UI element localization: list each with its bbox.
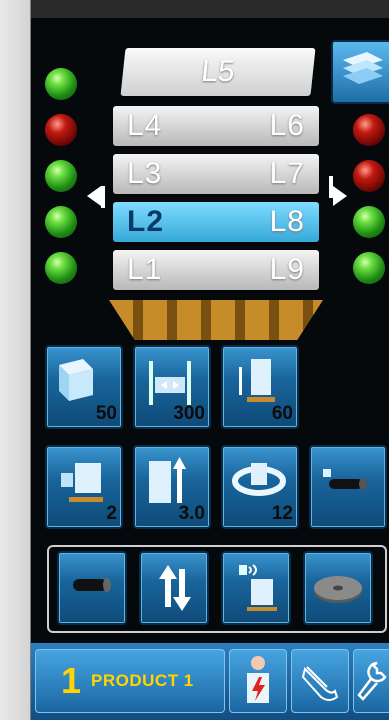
operator-alert-icon [247, 656, 269, 703]
pallet-layer-row[interactable]: L1 L9 [113, 250, 319, 290]
layer-stack-icon [343, 52, 383, 84]
status-led-green [45, 252, 77, 284]
layer-label: L2 [127, 205, 165, 238]
layer-label: L4 [127, 109, 163, 142]
pallet-layer-row[interactable]: L4 L6 [113, 106, 319, 146]
conveyor-roller-button[interactable] [309, 445, 387, 529]
pallet-feed-icon [61, 463, 103, 502]
layer-pointer-right-icon [333, 186, 347, 206]
wrench-button[interactable] [353, 649, 389, 713]
layer-pointer-left-icon [87, 186, 101, 206]
status-led-green [45, 68, 77, 100]
layer-label: L8 [269, 205, 305, 238]
product-select-button[interactable]: 1 PRODUCT 1 [35, 649, 225, 713]
up-down-arrows-icon [159, 565, 191, 611]
tile-value: 2 [106, 503, 117, 524]
pallet-layer-top[interactable]: L5 [120, 48, 316, 96]
product-number: 1 [61, 660, 82, 701]
pallet-base [109, 300, 323, 340]
hand-settings-icon [301, 666, 339, 701]
layer-label: L1 [127, 253, 163, 286]
up-down-button[interactable] [139, 551, 209, 625]
spacing-button[interactable]: 300 [133, 345, 211, 429]
tile-value: 60 [271, 403, 293, 424]
rotate-wrap-button[interactable]: 12 [221, 445, 299, 529]
status-led-red [353, 160, 385, 192]
tile-value: 300 [173, 403, 205, 424]
layer-pattern-button[interactable] [331, 40, 389, 104]
status-led-green [45, 160, 77, 192]
pallet-diagram: L5 L4 L6 L3 L7 L2 L8 L1 L9 [101, 38, 331, 348]
product-label: PRODUCT 1 [91, 671, 194, 690]
tile-value: 50 [95, 403, 117, 424]
sensor-button[interactable] [221, 551, 291, 625]
bottom-bar: 1 PRODUCT 1 [31, 643, 389, 720]
unload-box-button[interactable]: 50 [45, 345, 123, 429]
roller-icon [73, 578, 111, 592]
lift-height-button[interactable]: 3.0 [133, 445, 211, 529]
operator-alert-button[interactable] [229, 649, 287, 713]
pallet-layer-row[interactable]: L3 L7 [113, 154, 319, 194]
rotate-wrap-icon [232, 463, 286, 496]
status-led-red [45, 114, 77, 146]
roller-button[interactable] [57, 551, 127, 625]
tile-value: 3.0 [178, 503, 205, 524]
tile-value: 12 [271, 503, 293, 524]
layer-label: L3 [127, 157, 163, 190]
status-led-green [45, 206, 77, 238]
layer-label: L9 [269, 253, 305, 286]
pallet-feed-button[interactable]: 2 [45, 445, 123, 529]
turntable-button[interactable] [303, 551, 373, 625]
hmi-screen: L5 L4 L6 L3 L7 L2 L8 L1 L9 50 300 60 2 3… [31, 18, 389, 720]
sensor-box-icon [239, 564, 277, 611]
right-status-leds [353, 114, 385, 284]
layer-label: L7 [269, 157, 305, 190]
status-led-green [353, 206, 385, 238]
wrench-icon [357, 661, 387, 701]
pallet-layer-row-selected[interactable]: L2 L8 [113, 202, 319, 242]
unload-box-icon [59, 359, 93, 401]
actuator-panel [47, 545, 387, 633]
status-led-green [353, 252, 385, 284]
conveyor-roller-icon [323, 469, 367, 490]
turntable-icon [314, 576, 362, 603]
status-led-red [353, 114, 385, 146]
left-status-leds [45, 68, 77, 284]
hand-settings-button[interactable] [291, 649, 349, 713]
layer-label: L5 [199, 55, 237, 88]
layer-label: L6 [269, 109, 305, 142]
stack-height-button[interactable]: 60 [221, 345, 299, 429]
